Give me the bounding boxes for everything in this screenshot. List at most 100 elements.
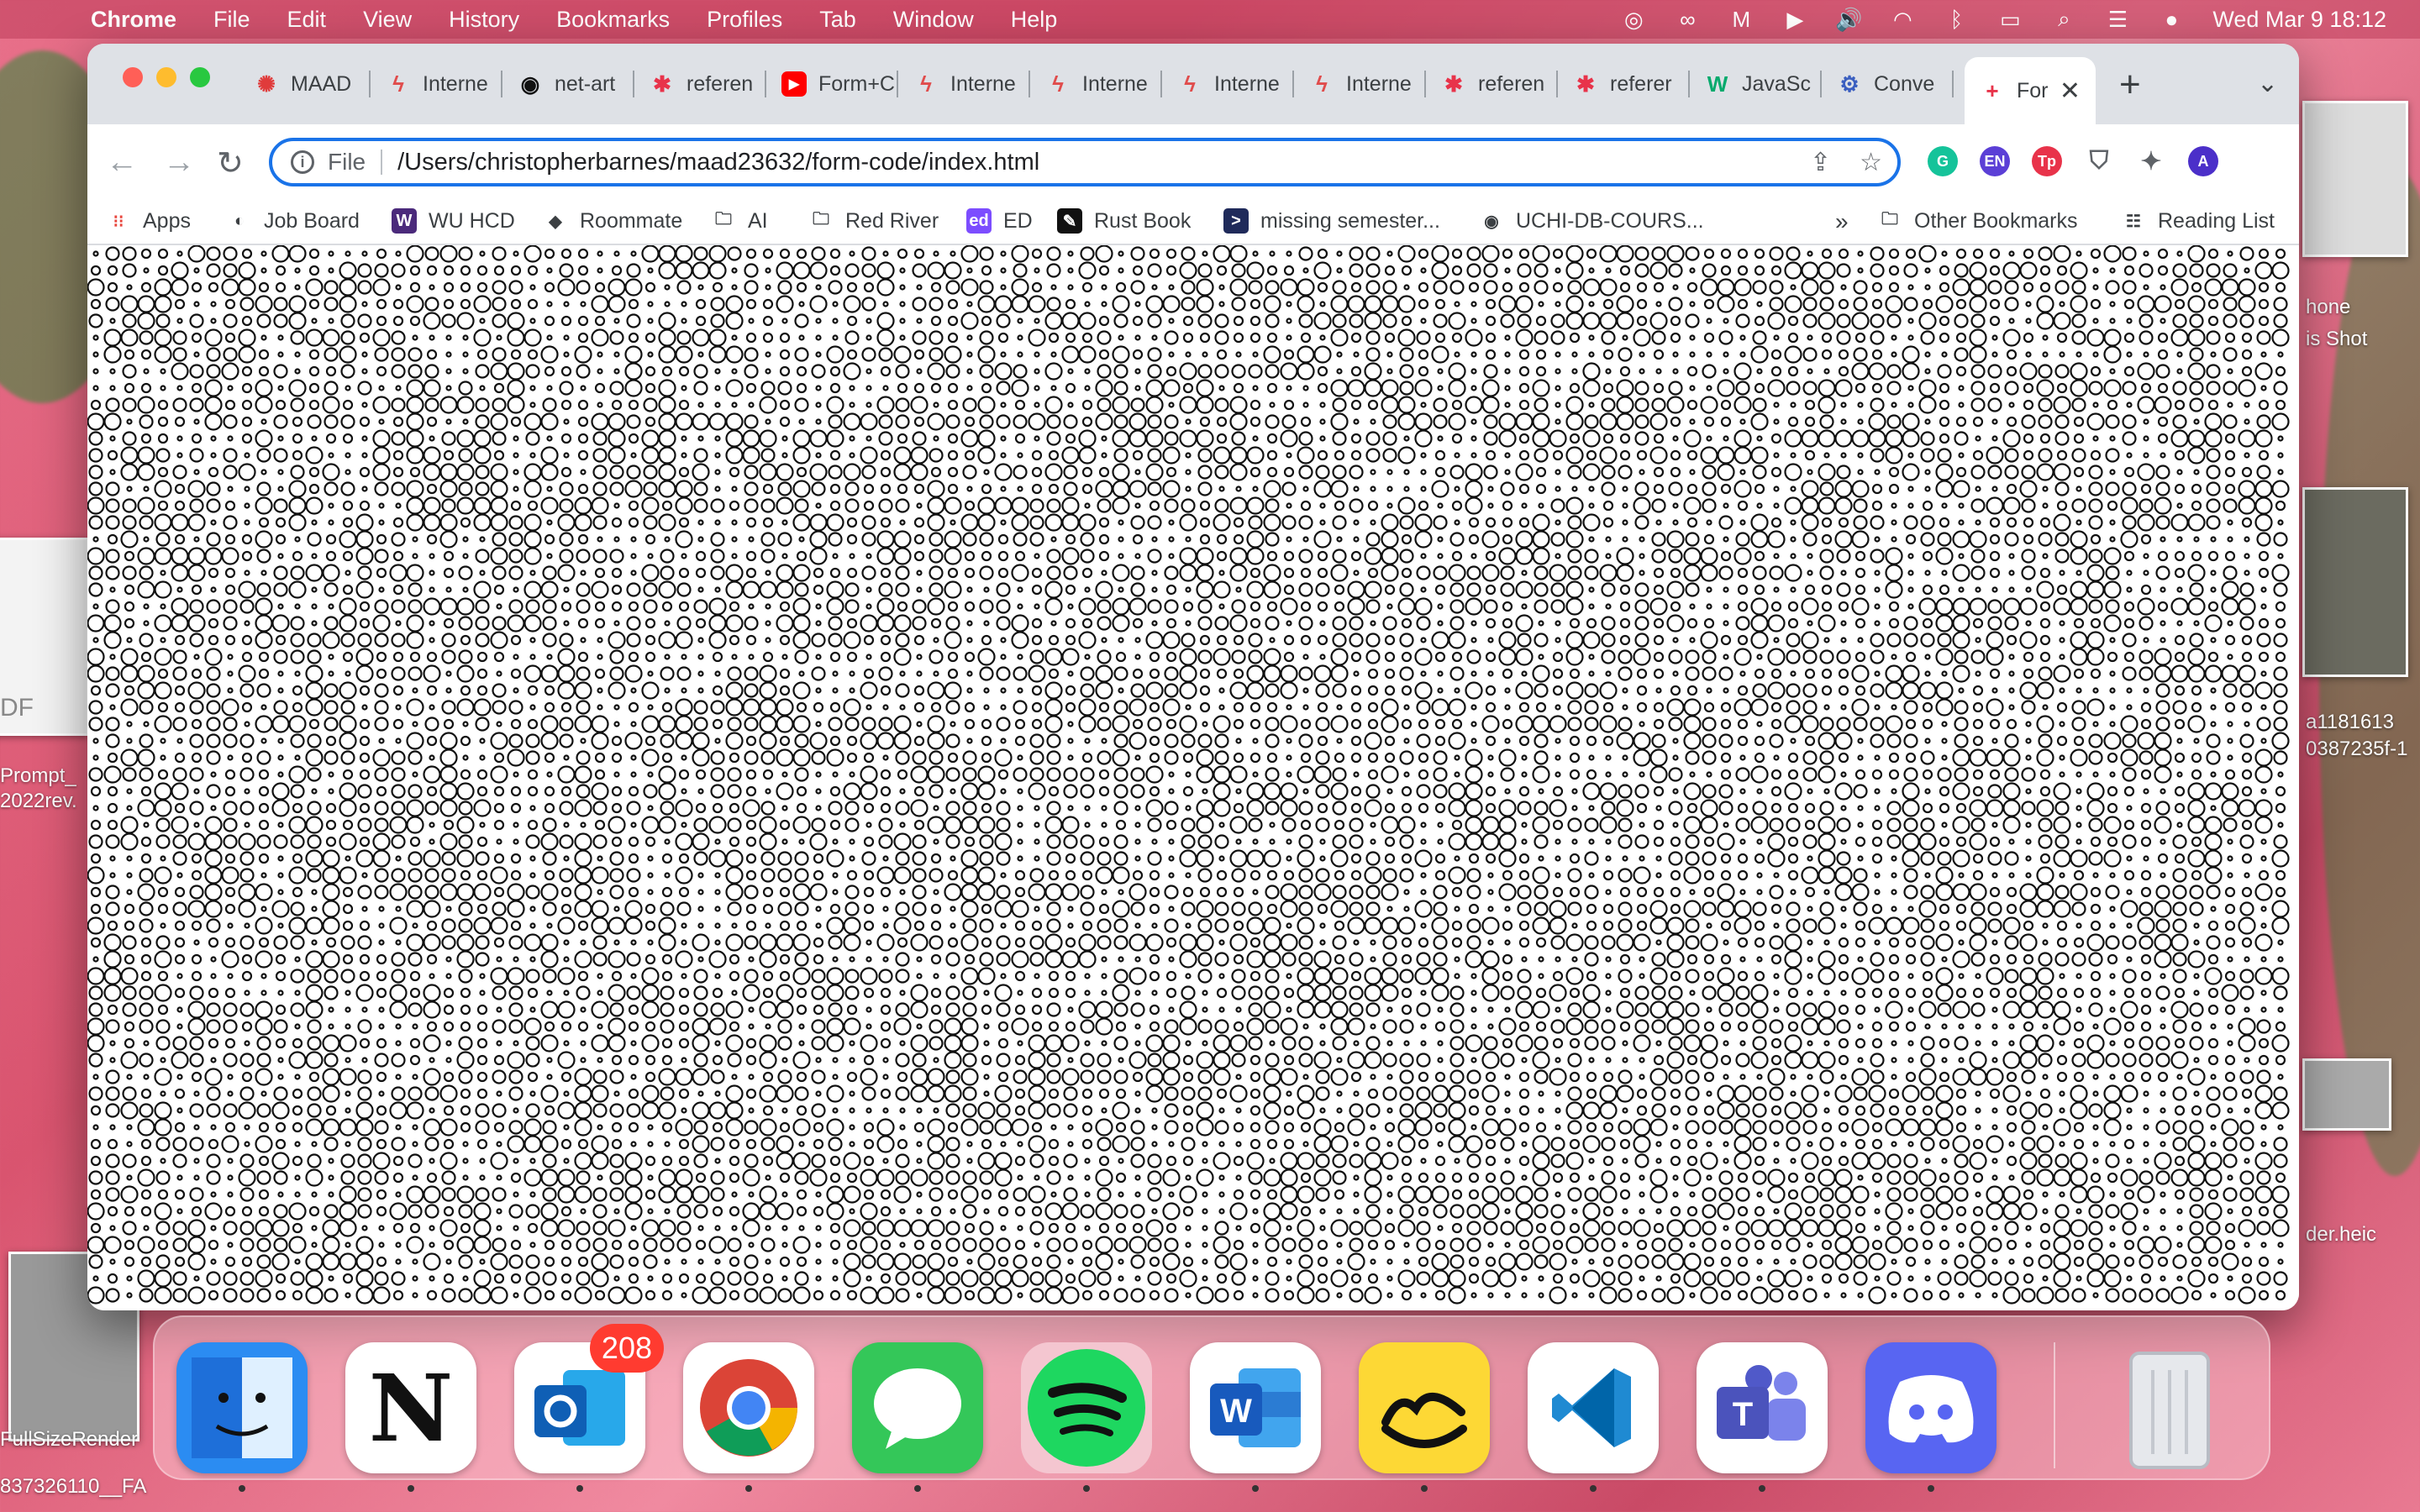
desktop-file-label: a1181613 bbox=[2306, 711, 2394, 733]
menu-view[interactable]: View bbox=[363, 7, 412, 33]
tab-9[interactable]: ✱ referen bbox=[1426, 57, 1558, 111]
running-indicator bbox=[408, 1485, 414, 1492]
bookmark-star-icon[interactable]: ☆ bbox=[1860, 148, 1882, 177]
grammarly-icon[interactable]: G bbox=[1928, 146, 1958, 176]
volume-icon[interactable]: 🔊 bbox=[1835, 7, 1862, 32]
tab-3[interactable]: ✱ referen bbox=[634, 57, 766, 111]
bookmark-item[interactable]: ed ED bbox=[966, 208, 1033, 234]
desktop-image-thumbnail[interactable] bbox=[2302, 1058, 2391, 1131]
minimize-window-button[interactable] bbox=[156, 67, 176, 87]
creative-cloud-icon[interactable]: ∞ bbox=[1675, 7, 1700, 32]
tab-label: referen bbox=[687, 71, 754, 96]
bookmark-item[interactable]: ⁝⁝ Apps bbox=[106, 208, 191, 234]
menu-help[interactable]: Help bbox=[1011, 7, 1058, 33]
tab-label: For bbox=[2017, 78, 2049, 102]
close-window-button[interactable] bbox=[123, 67, 143, 87]
desktop-file-label: DF bbox=[0, 694, 34, 722]
bookmark-item[interactable]: > missing semester... bbox=[1223, 208, 1440, 234]
tab-label: Interne bbox=[950, 71, 1016, 96]
puzzle-icon[interactable]: ✦ bbox=[2136, 146, 2166, 176]
site-info-icon[interactable]: i bbox=[291, 150, 314, 174]
tab-strip: ✺ MAAD ϟ Interne ◉ net-art ✱ referen ▶ Form+C ϟ Int… bbox=[87, 44, 2299, 124]
folder-icon: 🗀 bbox=[1881, 210, 1898, 228]
running-indicator bbox=[914, 1485, 921, 1492]
play-icon[interactable]: ▶ bbox=[1782, 7, 1807, 32]
back-button[interactable]: ← bbox=[106, 144, 138, 181]
tab-2[interactable]: ◉ net-art bbox=[502, 57, 634, 111]
notion-app-icon[interactable]: N bbox=[345, 1342, 476, 1492]
tp-icon[interactable]: Tp bbox=[2032, 146, 2062, 176]
tab-11[interactable]: W JavaSc bbox=[1690, 57, 1822, 111]
tab-active[interactable]: + For ✕ bbox=[1965, 57, 2096, 124]
trash-icon[interactable] bbox=[2104, 1342, 2235, 1473]
outlook-app-icon[interactable]: 208 bbox=[514, 1324, 664, 1492]
vscode-app-icon[interactable] bbox=[1528, 1342, 1659, 1492]
bookmark-item[interactable]: 🗀 Red River bbox=[808, 208, 939, 234]
menu-tab[interactable]: Tab bbox=[819, 7, 856, 33]
menu-window[interactable]: Window bbox=[893, 7, 974, 33]
address-bar[interactable]: i File /Users/christopherbarnes/maad2363… bbox=[269, 138, 1901, 186]
shield-icon[interactable]: ⛉ bbox=[2084, 146, 2114, 176]
siri-icon[interactable]: ● bbox=[2159, 7, 2184, 32]
tab-10[interactable]: ✱ referer bbox=[1558, 57, 1690, 111]
bookmark-item[interactable]: ◆ Roommate bbox=[543, 208, 682, 234]
battery-icon[interactable]: ▭ bbox=[1997, 7, 2023, 32]
tab-12[interactable]: ⚙ Conve bbox=[1822, 57, 1954, 111]
close-tab-icon[interactable]: ✕ bbox=[2060, 76, 2081, 106]
spotlight-search-icon[interactable]: ⌕ bbox=[2051, 6, 2076, 32]
tab-0[interactable]: ✺ MAAD bbox=[239, 57, 371, 111]
desktop-screenshot-thumbnail[interactable] bbox=[2302, 101, 2408, 257]
other-bookmarks-button[interactable]: 🗀 Other Bookmarks bbox=[1877, 208, 2078, 234]
tab-5[interactable]: ϟ Interne bbox=[898, 57, 1030, 111]
finder-app-icon[interactable] bbox=[176, 1342, 308, 1492]
menu-clock[interactable]: Wed Mar 9 18:12 bbox=[2212, 7, 2386, 33]
url-text[interactable]: /Users/christopherbarnes/maad23632/form-… bbox=[397, 149, 1039, 176]
tab-1[interactable]: ϟ Interne bbox=[371, 57, 502, 111]
desktop-file-label: der.heic bbox=[2306, 1223, 2377, 1246]
bookmarks-overflow-button[interactable]: » bbox=[1835, 208, 1849, 235]
new-tab-button[interactable]: + bbox=[2119, 64, 2141, 106]
discord-app-icon[interactable] bbox=[1865, 1342, 1996, 1492]
basecamp-app-icon[interactable] bbox=[1359, 1342, 1490, 1492]
running-indicator bbox=[1759, 1485, 1765, 1492]
word-app-icon[interactable]: W bbox=[1190, 1342, 1321, 1492]
tab-6[interactable]: ϟ Interne bbox=[1030, 57, 1162, 111]
menu-app-name[interactable]: Chrome bbox=[91, 7, 176, 33]
menu-edit[interactable]: Edit bbox=[287, 7, 327, 33]
messages-app-icon[interactable] bbox=[852, 1342, 983, 1492]
reload-button[interactable]: ↻ bbox=[217, 144, 244, 182]
teams-app-icon[interactable]: T bbox=[1697, 1342, 1828, 1492]
tab-search-chevron-icon[interactable]: ⌄ bbox=[2257, 69, 2278, 98]
dock-separator bbox=[2054, 1342, 2055, 1468]
gear-icon: ⚙ bbox=[1839, 71, 1860, 97]
bookmark-item[interactable]: ✎ Rust Book bbox=[1057, 208, 1191, 234]
sync-icon[interactable]: ◎ bbox=[1621, 7, 1646, 32]
bookmark-label: AI bbox=[748, 208, 768, 233]
menu-history[interactable]: History bbox=[449, 7, 519, 33]
menu-bookmarks[interactable]: Bookmarks bbox=[556, 7, 670, 33]
bookmark-item[interactable]: 🗀 AI bbox=[711, 208, 768, 234]
menu-file[interactable]: File bbox=[213, 7, 250, 33]
zoom-window-button[interactable] bbox=[190, 67, 210, 87]
chrome-app-icon[interactable] bbox=[683, 1342, 814, 1492]
tab-8[interactable]: ϟ Interne bbox=[1294, 57, 1426, 111]
language-icon[interactable]: EN bbox=[1980, 146, 2010, 176]
menu-profiles[interactable]: Profiles bbox=[707, 7, 782, 33]
tab-4[interactable]: ▶ Form+C bbox=[766, 57, 898, 111]
reading-list-button[interactable]: ☷ Reading List bbox=[2121, 208, 2275, 234]
spotify-app-icon[interactable] bbox=[1021, 1342, 1152, 1492]
bluetooth-icon[interactable]: ᛒ bbox=[1944, 7, 1969, 32]
desktop-photo-thumbnail[interactable] bbox=[2302, 487, 2408, 677]
profile-avatar[interactable]: A bbox=[2188, 146, 2218, 176]
bookmark-item[interactable]: ◉ UCHI-DB-COURS... bbox=[1479, 208, 1703, 234]
share-icon[interactable]: ⇪ bbox=[1810, 148, 1831, 177]
bookmark-item[interactable]: W WU HCD bbox=[392, 208, 515, 234]
mail-icon[interactable]: M bbox=[1728, 7, 1754, 32]
control-center-icon[interactable]: ☰ bbox=[2105, 7, 2130, 32]
wifi-icon[interactable]: ◠ bbox=[1890, 7, 1915, 32]
tab-7[interactable]: ϟ Interne bbox=[1162, 57, 1294, 111]
lightning-icon: ϟ bbox=[1184, 71, 1196, 97]
forward-button[interactable]: → bbox=[163, 144, 195, 181]
bookmark-item[interactable]: ◐ Job Board bbox=[227, 208, 360, 234]
bookmark-label: ED bbox=[1003, 208, 1033, 233]
